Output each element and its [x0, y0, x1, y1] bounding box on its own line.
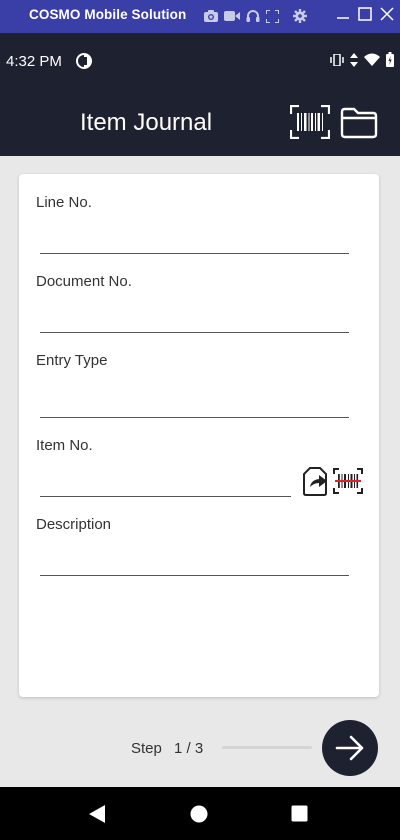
emulator-title: COSMO Mobile Solution [29, 7, 187, 22]
data-arrows-icon [350, 52, 358, 67]
fullscreen-icon[interactable] [266, 9, 279, 23]
step-label: Step [131, 740, 162, 757]
line-no-label: Line No. [36, 194, 92, 211]
wifi-icon [364, 53, 380, 66]
barcode-reader-icon[interactable] [333, 468, 363, 499]
settings-icon[interactable] [293, 9, 307, 23]
emulator-toolbar [204, 7, 313, 25]
minimize-icon[interactable] [336, 7, 350, 21]
arrow-right-icon [335, 735, 364, 761]
home-icon[interactable] [190, 805, 208, 823]
item-no-label: Item No. [36, 437, 93, 454]
item-no-actions [302, 466, 363, 501]
next-step-button[interactable] [322, 720, 378, 776]
video-icon[interactable] [224, 10, 240, 22]
description-field[interactable] [40, 550, 349, 576]
folder-icon[interactable] [340, 107, 378, 139]
step-progress-bar [222, 746, 312, 749]
close-icon[interactable] [380, 7, 394, 21]
item-journal-form: Line No. Document No. Entry Type Item No… [19, 174, 379, 697]
document-no-field[interactable] [40, 307, 349, 333]
description-label: Description [36, 516, 112, 533]
entry-type-label: Entry Type [36, 352, 108, 369]
recent-apps-icon[interactable] [291, 805, 308, 822]
android-nav-bar [0, 787, 400, 840]
lookup-share-icon[interactable] [302, 466, 330, 501]
battery-icon [386, 52, 394, 67]
back-icon[interactable] [88, 804, 106, 824]
item-no-field[interactable] [40, 471, 291, 497]
maximize-icon[interactable] [358, 7, 372, 21]
line-no-field[interactable] [40, 228, 349, 254]
emulator-title-bar: COSMO Mobile Solution [0, 0, 400, 33]
entry-type-field[interactable] [40, 392, 349, 418]
vibrate-icon [330, 53, 344, 66]
app-bar: Item Journal [0, 87, 400, 156]
headset-icon[interactable] [246, 9, 260, 23]
camera-icon[interactable] [204, 10, 218, 22]
status-bar: 4:32 PM [0, 33, 400, 87]
status-time: 4:32 PM [6, 53, 62, 70]
document-no-label: Document No. [36, 273, 132, 290]
status-icons [324, 52, 394, 67]
barcode-scan-icon[interactable] [290, 105, 330, 139]
step-counter: 1 / 3 [174, 740, 204, 757]
app-notification-icon [76, 53, 92, 69]
page-title: Item Journal [80, 109, 213, 136]
window-controls [328, 7, 394, 21]
